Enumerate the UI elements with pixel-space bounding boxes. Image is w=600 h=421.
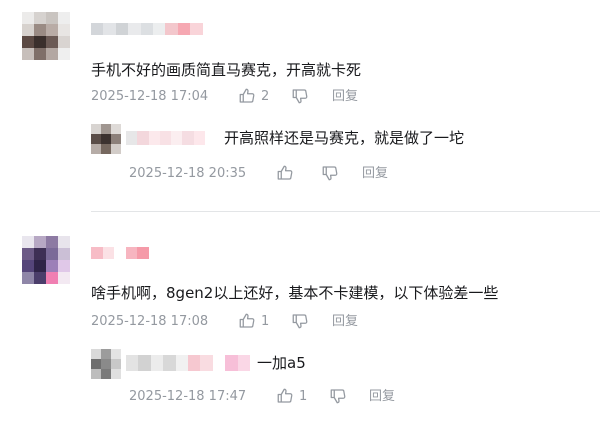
- reply-avatar[interactable]: [91, 349, 121, 379]
- comment-timestamp: 2025-12-18 17:04: [91, 89, 209, 104]
- thumb-up-icon: [239, 313, 255, 328]
- reply-like-button[interactable]: 1: [276, 387, 307, 405]
- reply-avatar[interactable]: [91, 124, 121, 154]
- like-count: 2: [261, 88, 270, 104]
- thumb-down-icon: [330, 389, 346, 404]
- like-button[interactable]: 1: [238, 312, 269, 330]
- thumb-up-icon: [277, 388, 293, 403]
- like-count: 1: [299, 388, 308, 404]
- dislike-button[interactable]: [291, 312, 309, 330]
- reply-button[interactable]: 回复: [332, 313, 358, 331]
- reply-username[interactable]: [126, 355, 250, 371]
- avatar[interactable]: [22, 236, 70, 284]
- reply-reply-button[interactable]: 回复: [362, 165, 388, 183]
- like-count: 1: [261, 313, 270, 329]
- thumb-up-icon: [239, 88, 255, 103]
- comment-text: 手机不好的画质简直马赛克，开高就卡死: [91, 61, 362, 79]
- like-button[interactable]: 2: [238, 87, 269, 105]
- reply-dislike-button[interactable]: [321, 164, 339, 182]
- thumb-up-icon: [277, 165, 293, 180]
- reply-like-button[interactable]: [276, 164, 299, 182]
- thumb-down-icon: [292, 314, 308, 329]
- reply-button[interactable]: 回复: [332, 88, 358, 106]
- username[interactable]: [91, 247, 149, 259]
- username[interactable]: [91, 23, 215, 35]
- thumb-down-icon: [322, 166, 338, 181]
- reply-dislike-button[interactable]: [329, 387, 347, 405]
- comment-divider: [91, 211, 600, 212]
- comment-text: 啥手机啊，8gen2以上还好，基本不卡建模，以下体验差一些: [91, 284, 499, 302]
- dislike-button[interactable]: [291, 87, 309, 105]
- reply-timestamp: 2025-12-18 20:35: [129, 166, 247, 181]
- reply-reply-button[interactable]: 回复: [369, 388, 395, 406]
- avatar[interactable]: [22, 12, 70, 60]
- reply-text: 开高照样还是马赛克，就是做了一坨: [224, 129, 465, 147]
- comment-timestamp: 2025-12-18 17:08: [91, 314, 209, 329]
- reply-text: 一加a5: [257, 354, 306, 372]
- reply-timestamp: 2025-12-18 17:47: [129, 389, 247, 404]
- thumb-down-icon: [292, 89, 308, 104]
- reply-username[interactable]: [126, 131, 216, 145]
